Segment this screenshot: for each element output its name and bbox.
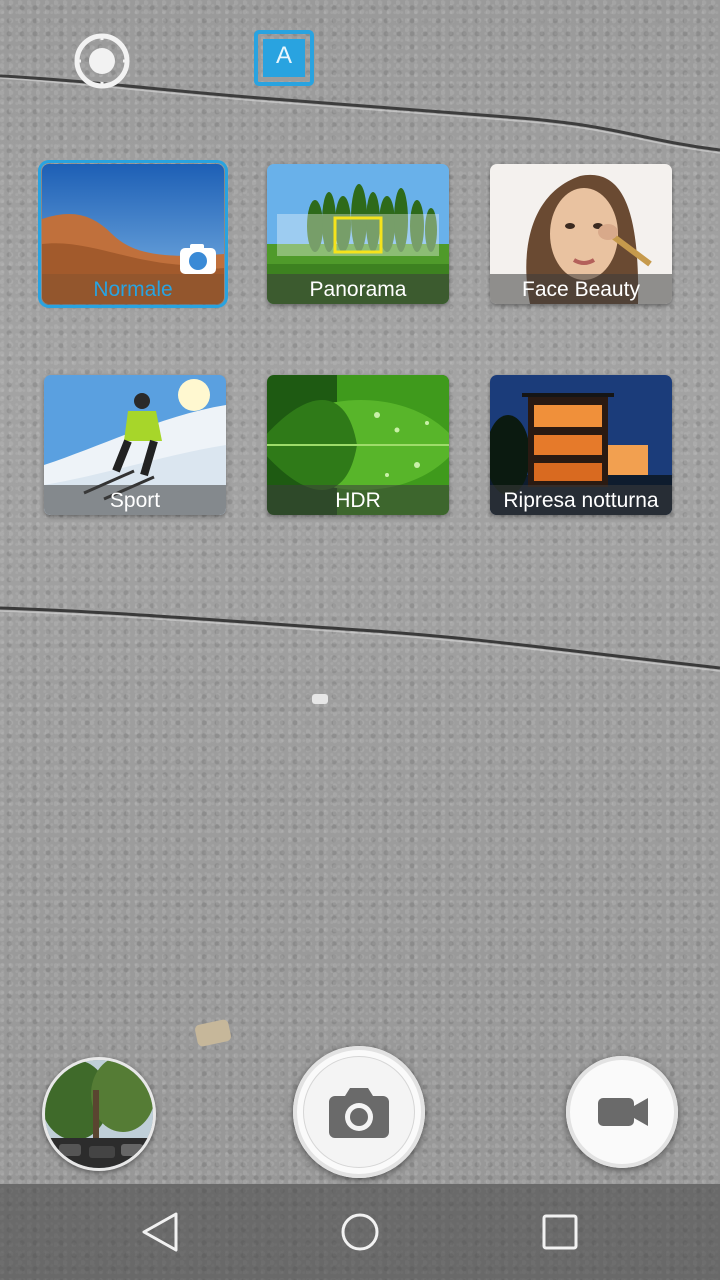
nav-back-button[interactable] (136, 1208, 184, 1256)
auto-mode-button[interactable]: A (254, 30, 314, 86)
mode-label: HDR (267, 485, 449, 515)
home-circle-icon (341, 1213, 379, 1251)
mode-tile-normale[interactable]: Normale (38, 160, 228, 308)
video-record-button[interactable] (566, 1056, 678, 1168)
camera-badge-icon (180, 244, 216, 274)
shutter-button[interactable] (293, 1046, 425, 1178)
gallery-button[interactable] (42, 1057, 156, 1171)
pavement-fleck (194, 1018, 232, 1048)
mode-tile-sport[interactable]: Sport (44, 375, 226, 515)
mode-tile-ripresa-notturna[interactable]: Ripresa notturna (490, 375, 672, 515)
nav-recents-button[interactable] (536, 1208, 584, 1256)
auto-mode-letter: A (275, 42, 292, 69)
mode-tile-face-beauty[interactable]: Face Beauty (490, 164, 672, 304)
camera-viewfinder[interactable]: A Normale Panorama Face Beauty Sport HDR… (0, 0, 720, 1280)
gallery-thumbnail (45, 1060, 153, 1168)
nav-home-button[interactable] (336, 1208, 384, 1256)
mode-label: Sport (44, 485, 226, 515)
mode-tile-hdr[interactable]: HDR (267, 375, 449, 515)
system-nav-bar (0, 1184, 720, 1280)
pavement-fleck (312, 694, 328, 704)
settings-button[interactable] (72, 31, 132, 91)
mode-tile-panorama[interactable]: Panorama (267, 164, 449, 304)
mode-label: Ripresa notturna (490, 485, 672, 515)
top-bar: A (0, 0, 720, 120)
video-camera-icon (598, 1098, 648, 1126)
settings-aperture-icon (74, 33, 130, 89)
back-triangle-icon (142, 1212, 178, 1252)
mode-label: Normale (42, 274, 224, 304)
mode-label: Face Beauty (490, 274, 672, 304)
mode-label: Panorama (267, 274, 449, 304)
camera-icon (329, 1088, 389, 1138)
recents-square-icon (542, 1214, 578, 1250)
